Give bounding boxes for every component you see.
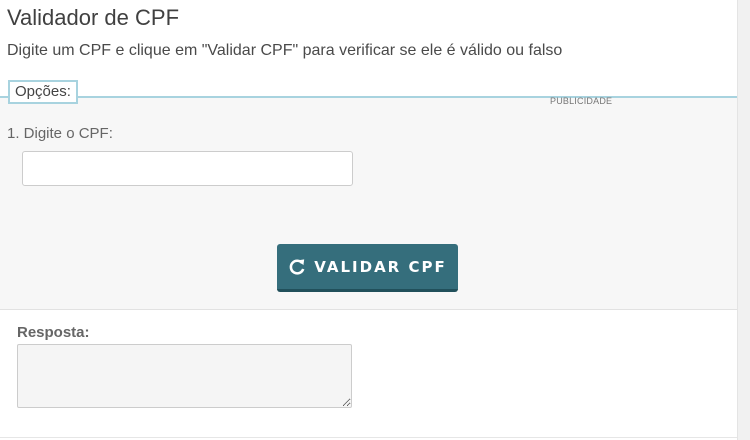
response-textarea[interactable] — [17, 344, 352, 408]
cpf-field-label: 1. Digite o CPF: — [7, 125, 113, 142]
validate-cpf-button-label: VALIDAR CPF — [314, 257, 447, 276]
cpf-input[interactable] — [22, 151, 353, 186]
page-scrollbar[interactable] — [737, 0, 750, 440]
page: Validador de CPF Digite um CPF e clique … — [0, 0, 738, 440]
validate-cpf-button[interactable]: VALIDAR CPF — [277, 244, 458, 292]
page-title: Validador de CPF — [7, 5, 180, 30]
refresh-icon — [288, 258, 306, 276]
response-label: Resposta: — [17, 324, 90, 341]
options-legend: Opções: — [8, 80, 78, 104]
divider — [0, 437, 738, 438]
advertisement-label: PUBLICIDADE — [550, 96, 613, 106]
page-subtitle: Digite um CPF e clique em "Validar CPF" … — [7, 42, 563, 59]
